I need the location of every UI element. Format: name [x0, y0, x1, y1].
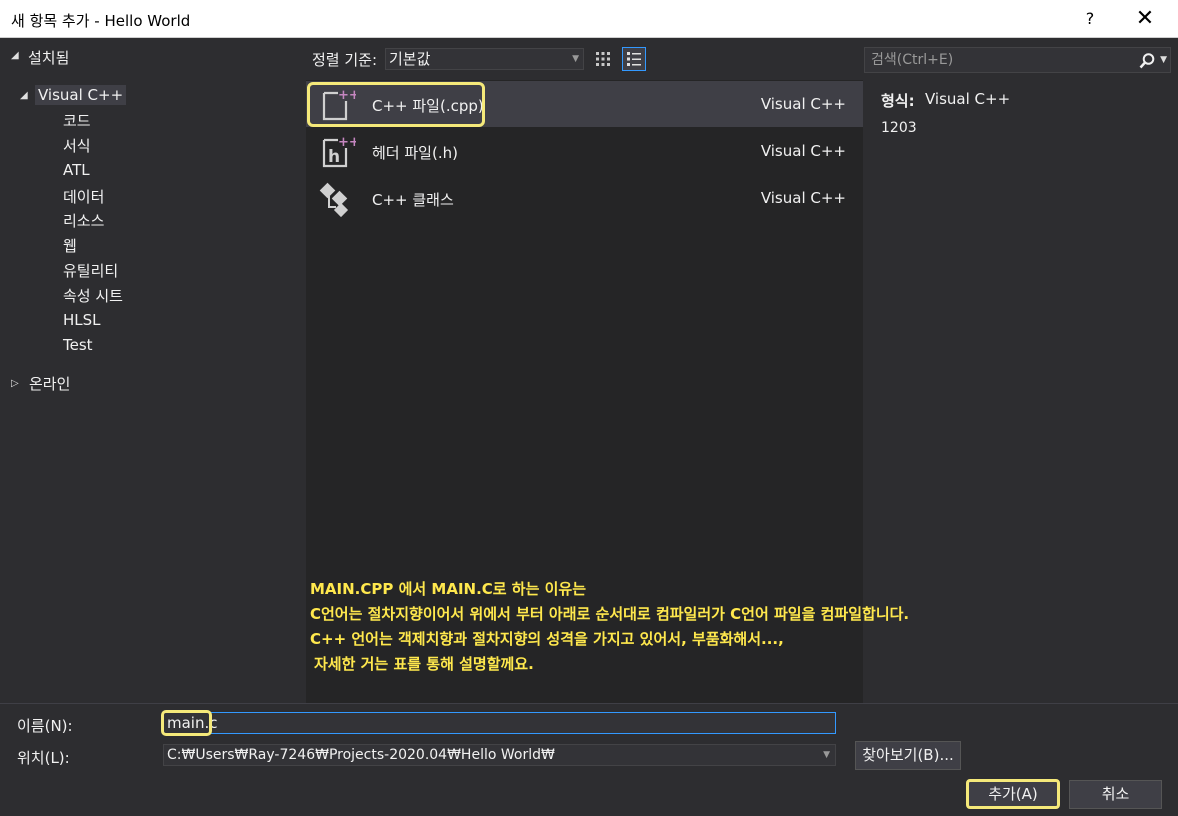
- window-title: 새 항목 추가 - Hello World: [11, 12, 191, 30]
- collapsed-triangle-icon[interactable]: ▷: [11, 378, 19, 389]
- annotation-line: C언어는 절차지향이어서 위에서 부터 아래로 순서대로 컴파일러가 C언어 파…: [310, 605, 910, 623]
- list-item-cpp-file[interactable]: ++ C++ 파일(.cpp) Visual C++: [306, 81, 863, 127]
- expanded-triangle-icon[interactable]: ◢: [20, 90, 28, 101]
- item-name: 헤더 파일(.h): [372, 144, 458, 162]
- type-value: Visual C++: [925, 90, 1011, 108]
- cancel-button[interactable]: 취소: [1069, 780, 1162, 809]
- annotation-line: MAIN.CPP 에서 MAIN.C로 하는 이유는: [310, 580, 587, 598]
- highlight-box: [161, 710, 212, 736]
- detail-number: 1203: [881, 120, 917, 136]
- tree-item-visual-cpp[interactable]: Visual C++: [35, 85, 127, 105]
- item-language: Visual C++: [760, 95, 846, 113]
- name-field[interactable]: main.c: [163, 712, 836, 734]
- location-value: C:₩Users₩Ray-7246₩Projects-2020.04₩Hello…: [167, 747, 555, 763]
- grid-view-icon[interactable]: [591, 47, 615, 71]
- list-view-icon[interactable]: [622, 47, 646, 71]
- close-button[interactable]: ✕: [1122, 2, 1168, 36]
- browse-button[interactable]: 찾아보기(B)...: [855, 741, 961, 770]
- item-language: Visual C++: [760, 142, 846, 160]
- search-icon[interactable]: [1138, 52, 1156, 70]
- search-placeholder: 검색(Ctrl+E): [871, 52, 954, 68]
- name-label: 이름(N):: [17, 717, 73, 735]
- tree-item-test[interactable]: Test: [63, 336, 93, 354]
- highlight-box: [307, 82, 485, 127]
- search-input[interactable]: 검색(Ctrl+E) ▼: [864, 47, 1171, 73]
- list-item-cpp-class[interactable]: C++ 클래스 Visual C++: [306, 175, 863, 221]
- title-bar: 새 항목 추가 - Hello World ? ✕: [0, 0, 1178, 38]
- help-button[interactable]: ?: [1067, 2, 1113, 36]
- tree-item-online[interactable]: 온라인: [29, 373, 70, 394]
- tree-item-atl[interactable]: ATL: [63, 161, 90, 179]
- annotation-line: C++ 언어는 객제치향과 절차지향의 성격을 가지고 있어서, 부품화해서..…: [310, 630, 784, 648]
- category-tree: ◢ 설치됨 ◢ Visual C++ 코드 서식 ATL 데이터 리소스 웹 유…: [0, 39, 303, 703]
- location-field[interactable]: C:₩Users₩Ray-7246₩Projects-2020.04₩Hello…: [163, 744, 836, 766]
- item-language: Visual C++: [760, 189, 846, 207]
- sort-dropdown[interactable]: 기본값 ▼: [385, 48, 584, 70]
- tree-item-installed[interactable]: 설치됨: [28, 47, 69, 68]
- sort-value: 기본값: [389, 50, 431, 68]
- add-button[interactable]: 추가(A): [966, 779, 1060, 809]
- type-label: 형식:: [881, 92, 915, 110]
- tree-item-data[interactable]: 데이터: [63, 186, 104, 207]
- tree-item-web[interactable]: 웹: [63, 235, 77, 256]
- annotation-line: 자세한 거는 표를 통해 설명할께요.: [314, 655, 534, 673]
- svg-text:++: ++: [338, 135, 356, 150]
- sort-label: 정렬 기준:: [312, 51, 378, 69]
- list-item-header-file[interactable]: h ++ 헤더 파일(.h) Visual C++: [306, 128, 863, 174]
- item-name: C++ 클래스: [372, 191, 454, 209]
- tree-item-property-sheet[interactable]: 속성 시트: [63, 285, 123, 306]
- svg-text:h: h: [328, 147, 340, 167]
- location-label: 위치(L):: [17, 749, 70, 767]
- tree-item-utility[interactable]: 유틸리티: [63, 260, 118, 281]
- chevron-down-icon: ▼: [572, 54, 579, 64]
- chevron-down-icon: ▼: [823, 750, 830, 760]
- tree-item-resource[interactable]: 리소스: [63, 210, 104, 231]
- header-file-icon: h ++: [316, 132, 360, 172]
- chevron-down-icon[interactable]: ▼: [1160, 48, 1167, 72]
- expanded-triangle-icon[interactable]: ◢: [11, 50, 19, 61]
- tree-item-format[interactable]: 서식: [63, 135, 91, 156]
- tree-item-code[interactable]: 코드: [63, 110, 91, 131]
- tree-item-hlsl[interactable]: HLSL: [63, 311, 101, 329]
- class-icon: [316, 179, 356, 219]
